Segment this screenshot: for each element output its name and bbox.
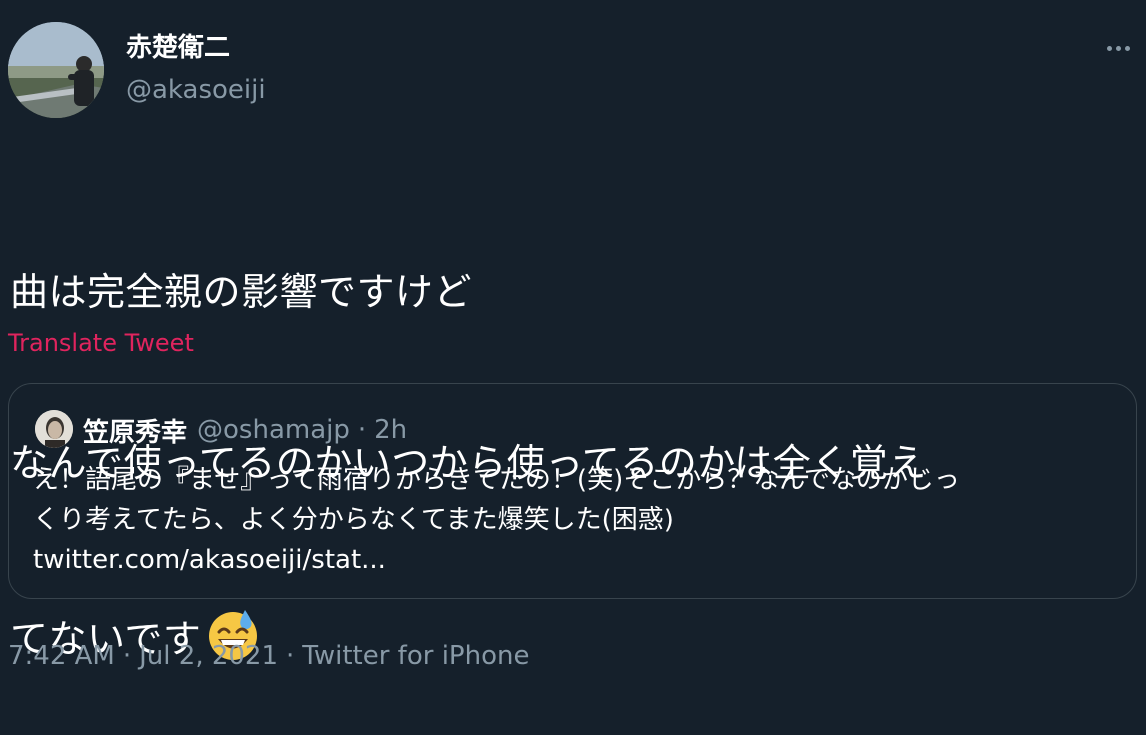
tweet-text-line: 曲は完全親の影響ですけど (10, 270, 473, 314)
quote-text-line: くり考えてたら、よく分からなくてまた爆笑した(困惑) (33, 505, 674, 535)
tweet-source[interactable]: Twitter for iPhone (302, 641, 529, 671)
meta-separator: · (122, 641, 132, 671)
translate-tweet-link[interactable]: Translate Tweet (8, 326, 194, 360)
meta-separator: · (286, 641, 295, 671)
dot (1115, 45, 1121, 51)
dot (1106, 45, 1112, 51)
quote-separator: · (357, 415, 367, 445)
tweet-time[interactable]: 7:42 AM (8, 641, 115, 671)
quote-header: 笠原秀幸 @oshamajp · 2h (83, 410, 407, 450)
quote-author-avatar (35, 410, 73, 448)
avatar-photo (8, 22, 104, 118)
tweet-date[interactable]: Jul 2, 2021 (139, 641, 278, 671)
author-avatar[interactable] (8, 22, 104, 118)
quote-author-handle: @oshamajp (197, 415, 350, 445)
more-options-icon[interactable] (1100, 34, 1136, 62)
quote-author-name: 笠原秀幸 (83, 417, 188, 448)
quoted-tweet-card[interactable]: 笠原秀幸 @oshamajp · 2h え！語尾の『ませ』って雨宿りからきてたの… (8, 383, 1137, 599)
quote-text: え！語尾の『ませ』って雨宿りからきてたの！(笑)そこから？なんでなのかじっ くり… (33, 460, 1123, 580)
quote-avatar-photo (35, 410, 73, 448)
author-display-name[interactable]: 赤楚衛二 (126, 30, 230, 66)
quote-text-line: え！語尾の『ませ』って雨宿りからきてたの！(笑)そこから？なんでなのかじっ (33, 465, 960, 495)
dot (1124, 45, 1130, 51)
quote-timestamp: 2h (374, 415, 408, 445)
tweet-meta: 7:42 AM · Jul 2, 2021 · Twitter for iPhone (8, 636, 529, 676)
author-handle[interactable]: @akasoeiji (126, 72, 266, 108)
quote-link: twitter.com/akasoeiji/stat... (33, 545, 386, 575)
